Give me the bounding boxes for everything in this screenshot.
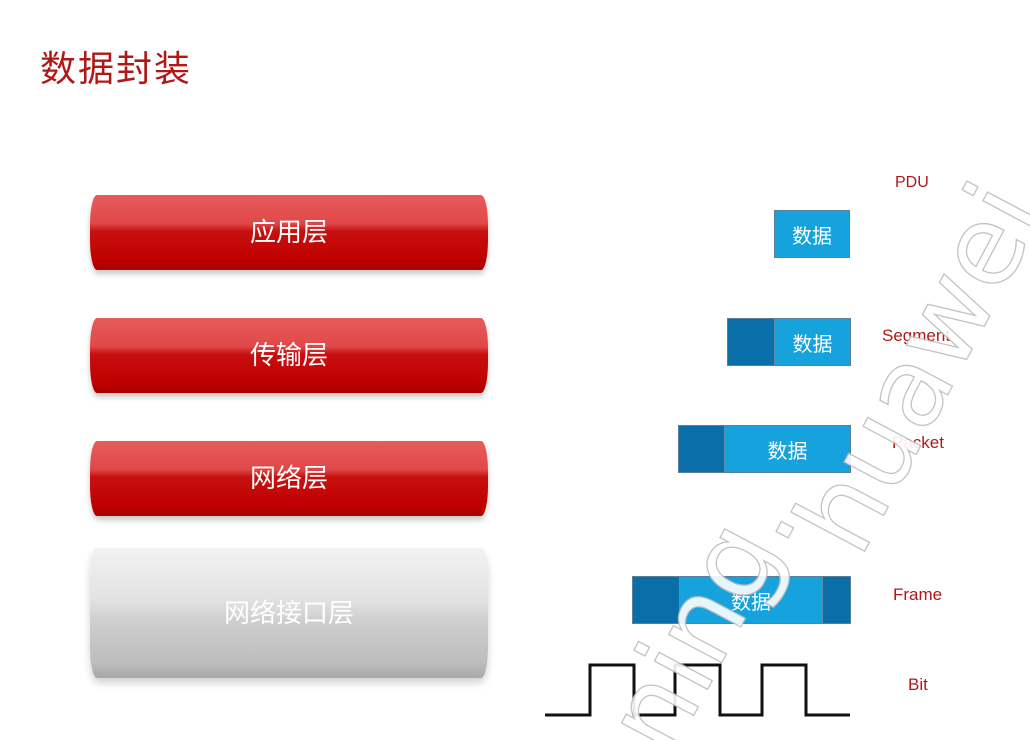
- layer-application-label: 应用层: [249, 218, 328, 248]
- frame-header: [633, 577, 680, 623]
- layer-network-interface-label: 网络接口层: [223, 598, 354, 629]
- data-segment: 数据: [725, 426, 850, 472]
- data-segment: 数据: [775, 319, 850, 365]
- page-title: 数据封装: [40, 49, 193, 90]
- layer-network: 网络层: [90, 441, 488, 516]
- layer-transport: 传输层: [90, 318, 488, 393]
- layer-application: 应用层: [90, 195, 488, 270]
- bit-waveform: [545, 663, 850, 717]
- data-segment: 数据: [775, 211, 849, 257]
- square-wave-line: [545, 663, 850, 717]
- pdu-heading: PDU: [895, 174, 929, 191]
- layer-transport-label: 传输层: [249, 341, 328, 371]
- frame-trailer: [822, 577, 850, 623]
- pdu-packet-block: 数据: [678, 425, 851, 473]
- pdu-label-packet: Packet: [892, 433, 944, 452]
- layer-network-label: 网络层: [249, 464, 328, 494]
- transport-header: [728, 319, 775, 365]
- data-segment: 数据: [680, 577, 822, 623]
- layer-network-interface: 网络接口层: [90, 548, 488, 678]
- pdu-segment-block: 数据: [727, 318, 851, 366]
- pdu-frame-block: 数据: [632, 576, 851, 624]
- pdu-label-frame: Frame: [893, 585, 943, 604]
- pdu-label-segment: Segment: [882, 326, 951, 345]
- network-header: [679, 426, 725, 472]
- pdu-label-bit: Bit: [908, 675, 928, 694]
- pdu-data-block: 数据: [774, 210, 850, 258]
